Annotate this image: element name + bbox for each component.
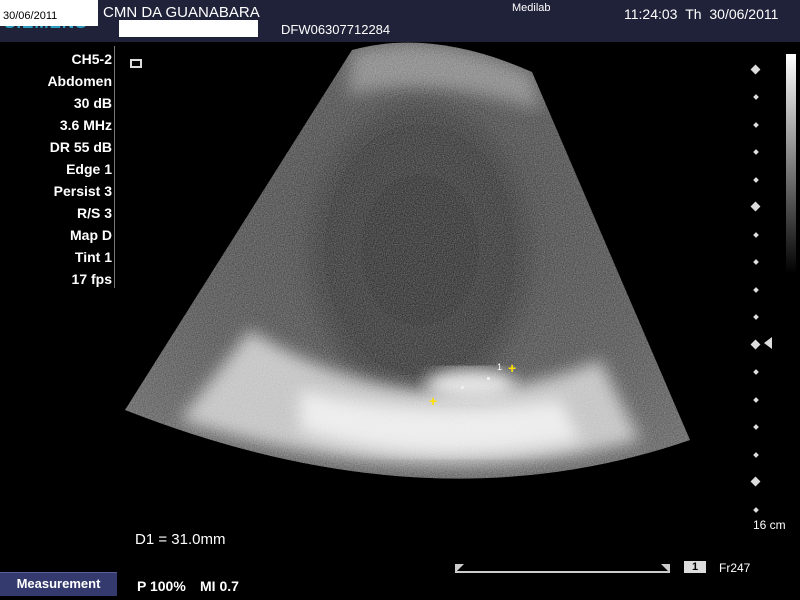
depth-tick bbox=[753, 452, 759, 458]
depth-tick bbox=[753, 232, 759, 238]
depth-tick bbox=[750, 476, 761, 487]
cine-slider[interactable] bbox=[455, 564, 670, 574]
mechanical-index: MI 0.7 bbox=[200, 578, 239, 594]
measurement-button[interactable]: Measurement bbox=[0, 572, 117, 596]
sector-scan bbox=[125, 42, 690, 479]
depth-scale bbox=[748, 62, 768, 522]
caliper-dot bbox=[487, 377, 490, 380]
depth-tick bbox=[750, 64, 761, 75]
depth-tick bbox=[753, 424, 759, 430]
depth-tick bbox=[753, 397, 759, 403]
param-preset: Abdomen bbox=[47, 73, 112, 89]
param-tint: Tint 1 bbox=[74, 249, 112, 265]
depth-tick bbox=[753, 149, 759, 155]
distance-measurement: D1 = 31.0mm bbox=[135, 531, 226, 548]
depth-tick bbox=[753, 177, 759, 183]
param-transducer: CH5-2 bbox=[71, 51, 112, 67]
param-frequency: 3.6 MHz bbox=[59, 117, 112, 133]
imaging-parameters: CH5-2 Abdomen 30 dB 3.6 MHz DR 55 dB Edg… bbox=[0, 48, 112, 290]
param-frame-rate: 17 fps bbox=[71, 271, 112, 287]
caliper-dot bbox=[461, 386, 464, 389]
param-gain: 30 dB bbox=[73, 95, 112, 111]
caliper-end-icon[interactable]: + bbox=[508, 361, 516, 375]
caliper-start-icon[interactable]: + bbox=[429, 394, 437, 408]
probe-orientation-icon bbox=[130, 59, 142, 68]
depth-tick bbox=[753, 369, 759, 375]
frame-label: Fr247 bbox=[719, 561, 751, 575]
cine-track-line bbox=[455, 571, 670, 573]
param-dynamic-range: DR 55 dB bbox=[49, 139, 112, 155]
grayscale-bar bbox=[786, 54, 796, 274]
param-rs: R/S 3 bbox=[76, 205, 112, 221]
param-persist: Persist 3 bbox=[53, 183, 112, 199]
depth-tick bbox=[753, 314, 759, 320]
param-map: Map D bbox=[70, 227, 112, 243]
depth-tick bbox=[750, 201, 761, 212]
params-divider bbox=[114, 46, 115, 288]
focus-marker-icon[interactable] bbox=[764, 337, 772, 349]
depth-tick bbox=[753, 94, 759, 100]
depth-tick bbox=[753, 122, 759, 128]
cine-start-handle[interactable] bbox=[455, 564, 464, 573]
depth-tick bbox=[750, 339, 761, 350]
acoustic-power: P 100% bbox=[137, 578, 186, 594]
caliper-label: 1 bbox=[497, 362, 503, 372]
param-edge: Edge 1 bbox=[66, 161, 112, 177]
depth-label: 16 cm bbox=[753, 518, 786, 532]
depth-tick bbox=[753, 259, 759, 265]
ultrasound-image bbox=[125, 42, 690, 479]
cine-end-handle[interactable] bbox=[661, 564, 670, 573]
depth-tick bbox=[753, 287, 759, 293]
depth-tick bbox=[753, 507, 759, 513]
clip-number-badge: 1 bbox=[684, 561, 706, 573]
